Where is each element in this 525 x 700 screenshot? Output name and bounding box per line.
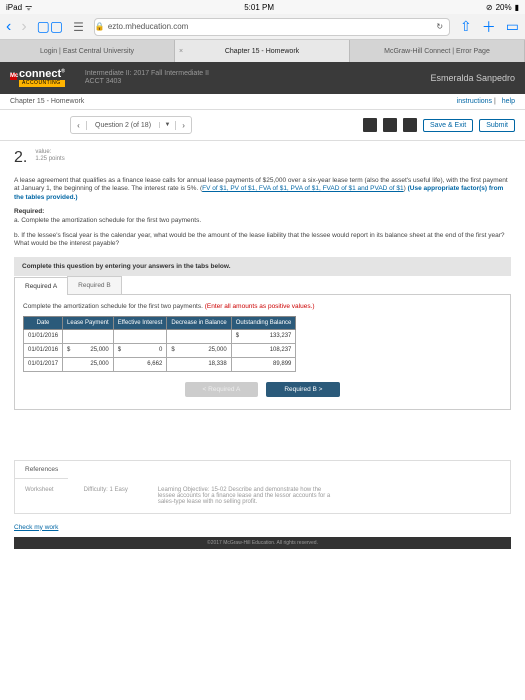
col-interest: Effective Interest bbox=[113, 316, 167, 329]
next-question-button[interactable]: › bbox=[175, 121, 191, 130]
tab-required-b[interactable]: Required B bbox=[67, 276, 122, 294]
tab-1[interactable]: ×Chapter 15 - Homework bbox=[175, 40, 350, 62]
table-row: 01/01/2016 $25,000 $0 $25,000 108,237 bbox=[24, 343, 296, 357]
tabs-icon[interactable]: ▭ bbox=[506, 18, 519, 35]
question-dropdown[interactable]: ▼ bbox=[159, 122, 175, 128]
ref-worksheet[interactable]: Worksheet bbox=[25, 487, 54, 505]
tab-panel: Complete the amortization schedule for t… bbox=[14, 295, 511, 410]
device-label: iPad bbox=[6, 3, 22, 12]
amortization-table: Date Lease Payment Effective Interest De… bbox=[23, 316, 296, 372]
references-tab[interactable]: References bbox=[15, 461, 68, 479]
references-box: References Worksheet Difficulty: 1 Easy … bbox=[14, 460, 511, 514]
instructions-link[interactable]: instructions bbox=[457, 98, 492, 105]
instruction-bar: Complete this question by entering your … bbox=[14, 257, 511, 276]
footer: ©2017 McGraw-Hill Education. All rights … bbox=[14, 537, 511, 549]
ipad-status-bar: iPad ᯤ 5:01 PM ⊘ 20% ▮ bbox=[0, 0, 525, 14]
ref-difficulty: Difficulty: 1 Easy bbox=[84, 487, 128, 505]
save-exit-button[interactable]: Save & Exit bbox=[423, 119, 473, 132]
connect-logo: Mcconnect® ACCOUNTING bbox=[10, 69, 65, 87]
requirement-tabs: Required A Required B bbox=[14, 276, 511, 295]
battery-alert-icon: ⊘ bbox=[486, 3, 493, 12]
menu-icon[interactable]: ☰ bbox=[73, 20, 84, 34]
ref-lo: Learning Objective: 15-02 Describe and d… bbox=[158, 487, 338, 505]
table-row: 01/01/2016 $133,237 bbox=[24, 329, 296, 343]
help-link[interactable]: help bbox=[502, 98, 515, 105]
question-toolbar: ‹ Question 2 (of 18) ▼ › Save & Exit Sub… bbox=[0, 110, 525, 141]
tab-2[interactable]: McGraw-Hill Connect | Error Page bbox=[350, 40, 525, 62]
col-payment: Lease Payment bbox=[63, 316, 114, 329]
prev-question-button[interactable]: ‹ bbox=[71, 121, 87, 130]
print-icon[interactable] bbox=[383, 118, 397, 132]
question-value: value: 1.25 points bbox=[35, 149, 64, 163]
check-my-work-link[interactable]: Check my work bbox=[14, 524, 58, 531]
question-indicator: Question 2 (of 18) bbox=[87, 122, 159, 129]
question-content: 2. value: 1.25 points A lease agreement … bbox=[0, 141, 525, 563]
battery-pct: 20% bbox=[496, 3, 512, 12]
tab-message: Complete the amortization schedule for t… bbox=[23, 303, 502, 310]
crumb-path: Chapter 15 - Homework bbox=[10, 98, 84, 105]
references-icon[interactable] bbox=[403, 118, 417, 132]
clock: 5:01 PM bbox=[244, 3, 274, 12]
connect-header: Mcconnect® ACCOUNTING Intermediate II: 2… bbox=[0, 62, 525, 94]
wifi-icon: ᯤ bbox=[25, 2, 32, 13]
new-tab-icon[interactable]: ＋ bbox=[482, 17, 496, 37]
col-balance: Outstanding Balance bbox=[231, 316, 296, 329]
check-my-work: Check my work bbox=[14, 524, 511, 531]
battery-icon: ▮ bbox=[515, 3, 519, 12]
col-decrease: Decrease in Balance bbox=[167, 316, 231, 329]
table-row: 01/01/2017 25,000 6,662 18,338 89,899 bbox=[24, 357, 296, 371]
question-number: 2. bbox=[14, 149, 27, 167]
forward-button: › bbox=[21, 18, 26, 36]
required-label: Required: bbox=[14, 208, 511, 215]
question-nav: ‹ Question 2 (of 18) ▼ › bbox=[70, 116, 192, 134]
reload-icon[interactable]: ↻ bbox=[436, 22, 449, 31]
close-icon[interactable]: × bbox=[179, 48, 183, 55]
share-icon[interactable]: ⇧ bbox=[460, 18, 472, 35]
question-text: A lease agreement that qualifies as a fi… bbox=[14, 177, 511, 202]
submit-button[interactable]: Submit bbox=[479, 119, 515, 132]
tab-required-a[interactable]: Required A bbox=[14, 277, 68, 295]
lock-icon: 🔒 bbox=[95, 22, 105, 31]
back-button[interactable]: ‹ bbox=[6, 18, 11, 36]
course-info: Intermediate II: 2017 Fall Intermediate … bbox=[85, 70, 209, 87]
req-b: b. If the lessee's fiscal year is the ca… bbox=[14, 232, 511, 249]
req-a: a. Complete the amortization schedule fo… bbox=[14, 217, 511, 225]
breadcrumb: Chapter 15 - Homework instructions | hel… bbox=[0, 94, 525, 110]
student-name: Esmeralda Sanpedro bbox=[430, 73, 515, 83]
factor-links[interactable]: FV of $1, PV of $1, FVA of $1, PVA of $1… bbox=[202, 185, 404, 192]
tab-0[interactable]: Login | East Central University bbox=[0, 40, 175, 62]
safari-toolbar: ‹ › ▢▢ ☰ 🔒 ezto.mheducation.com ↻ ⇧ ＋ ▭ bbox=[0, 14, 525, 40]
browser-tabs: Login | East Central University ×Chapter… bbox=[0, 40, 525, 62]
next-req-button[interactable]: Required B > bbox=[266, 382, 340, 397]
prev-req-button: < Required A bbox=[185, 382, 259, 397]
url-bar[interactable]: 🔒 ezto.mheducation.com ↻ bbox=[94, 18, 450, 36]
url-text: ezto.mheducation.com bbox=[108, 22, 189, 31]
col-date: Date bbox=[24, 316, 63, 329]
ebook-icon[interactable] bbox=[363, 118, 377, 132]
bookmarks-icon[interactable]: ▢▢ bbox=[37, 18, 63, 35]
